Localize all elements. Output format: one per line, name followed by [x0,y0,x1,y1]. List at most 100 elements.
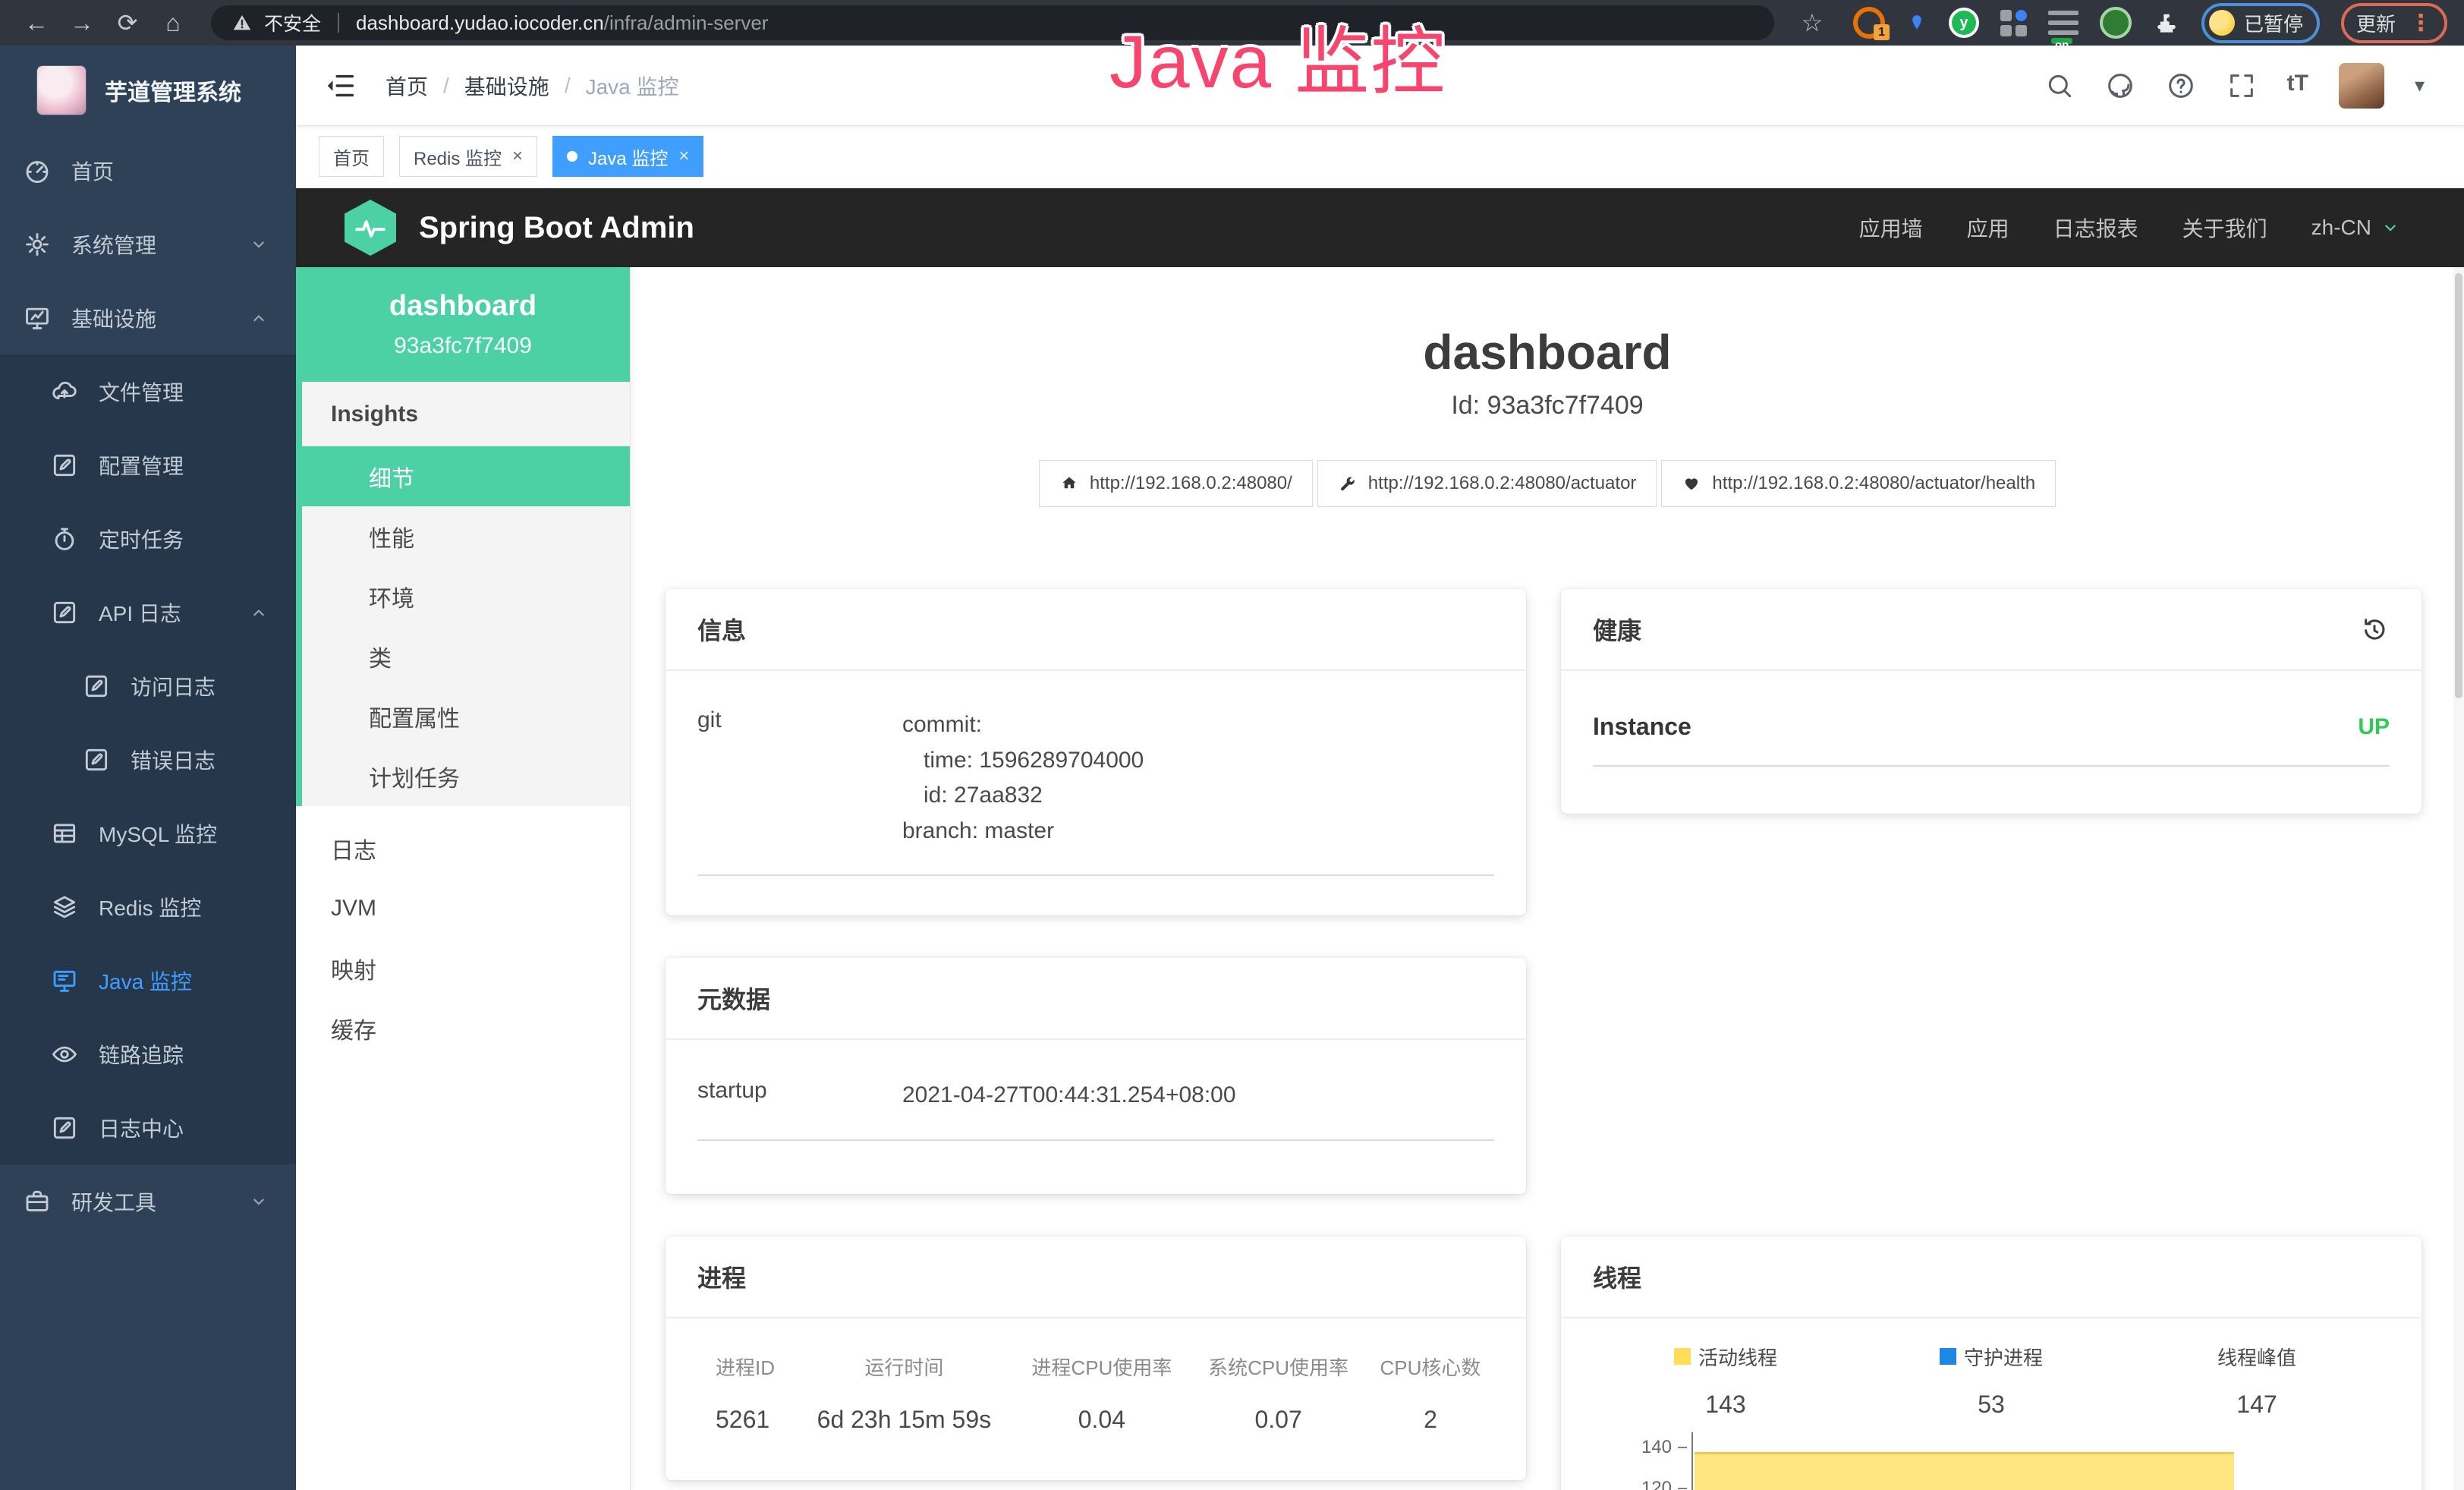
sidebar-item[interactable]: Redis 监控 [0,870,296,943]
leaf-ring-extension-icon[interactable] [2100,7,2132,39]
process-value: 2 [1367,1405,1494,1435]
insights-section-title: Insights [302,382,630,446]
github-icon[interactable] [2105,71,2135,101]
main-panel: dashboard Id: 93a3fc7f7409 http://192.16… [631,267,2464,1490]
legend-value: 53 [1858,1391,2124,1419]
instance-sidebar: dashboard 93a3fc7f7409 Insights 细节性能环境类配… [296,267,631,1490]
threads-card-title: 线程 [1593,1259,1641,1294]
instance-menu-item[interactable]: 映射 [296,938,630,998]
sidebar-item[interactable]: 首页 [0,134,296,207]
collapse-menu-icon[interactable] [323,68,358,103]
sidebar-item[interactable]: Java 监控 [0,943,296,1017]
sba-nav-item[interactable]: 应用墙 [1859,213,1923,243]
browser-home-icon[interactable]: ⌂ [153,9,193,37]
sidebar-item[interactable]: 配置管理 [0,428,296,502]
health-card-header: 健康 [1561,589,2422,671]
update-chip[interactable]: 更新 ⋮ [2341,3,2447,43]
breadcrumb-item[interactable]: 首页 [385,71,428,101]
chevron-down-icon [247,1190,270,1213]
process-column-header: 进程ID [697,1352,795,1405]
tag-label: 首页 [333,143,370,170]
puzzle-extension-icon[interactable] [2153,9,2180,36]
chevron-up-icon [247,307,270,329]
brand: 芋道管理系统 [0,46,296,134]
sidebar-item[interactable]: 链路追踪 [0,1017,296,1091]
sidebar-item[interactable]: 系统管理 [0,207,296,281]
breadcrumb-item[interactable]: 基础设施 [464,71,549,101]
paused-chip[interactable]: 已暂停 [2201,3,2320,43]
grid-dots-extension-icon[interactable] [2000,10,2027,36]
help-icon[interactable] [2166,71,2196,101]
insights-item[interactable]: 环境 [302,566,630,626]
edit-square-icon [50,1114,79,1142]
address-bar[interactable]: 不安全 dashboard.yudao.iocoder.cn /infra/ad… [211,5,1774,40]
update-label: 更新 [2356,9,2396,37]
legend-item: 活动线程 [1593,1343,1858,1371]
sidebar-item[interactable]: MySQL 监控 [0,796,296,870]
insights-item[interactable]: 性能 [302,506,630,566]
insights-item[interactable]: 细节 [296,446,630,506]
bookmark-star-icon[interactable]: ☆ [1792,8,1832,37]
url-path: /infra/admin-server [604,11,769,35]
browser-forward-icon[interactable]: → [62,9,102,37]
tag-close-icon[interactable]: × [678,146,689,167]
sba-locale[interactable]: zh-CN [2311,216,2402,240]
screen: ← → ⟳ ⌂ 不安全 dashboard.yudao.iocoder.cn /… [0,0,2464,1490]
browser-reload-icon[interactable]: ⟳ [108,8,147,37]
info-card-header: 信息 [666,589,1526,671]
sidebar-item[interactable]: 文件管理 [0,354,296,428]
tag-close-icon[interactable]: × [512,146,523,167]
sidebar-item[interactable]: 基础设施 [0,281,296,354]
instance-menu-item[interactable]: JVM [296,878,630,938]
sidebar-item[interactable]: 访问日志 [0,649,296,723]
tag-item[interactable]: 首页 [319,136,384,177]
process-card-title: 进程 [697,1259,746,1294]
sidebar-item[interactable]: API 日志 [0,575,296,649]
instance-menu-item[interactable]: 缓存 [296,998,630,1058]
sidebar-item[interactable]: 日志中心 [0,1091,296,1164]
user-menu-caret-icon[interactable]: ▾ [2415,74,2425,97]
sidebar-item-label: Java 监控 [99,966,192,996]
tag-active[interactable]: Java 监控× [552,136,703,177]
main-scrollbar[interactable] [2453,267,2464,1490]
insights-item[interactable]: 计划任务 [302,746,630,806]
history-icon[interactable] [2359,614,2390,644]
endpoint-link-button[interactable]: http://192.168.0.2:48080/ [1039,460,1313,507]
endpoint-link-button[interactable]: http://192.168.0.2:48080/actuator [1317,460,1657,507]
list-rows-extension-icon[interactable]: on [2048,11,2079,35]
browser-menu-icon[interactable]: ⋮ [2409,10,2432,36]
endpoint-link-button[interactable]: http://192.168.0.2:48080/actuator/health [1661,460,2056,507]
sba-nav-item[interactable]: 关于我们 [2182,213,2267,243]
font-size-icon[interactable]: tT [2287,71,2308,101]
legend-label: 活动线程 [1698,1343,1777,1371]
browser-back-icon[interactable]: ← [17,9,56,37]
y-circle-extension-icon[interactable]: y [1949,8,1979,38]
search-icon[interactable] [2044,71,2075,101]
emoji-face-icon [2209,10,2235,36]
insights-item[interactable]: 配置属性 [302,686,630,746]
instance-name: dashboard [296,290,630,323]
threads-card-header: 线程 [1561,1236,2422,1318]
instance-menu-item[interactable]: 日志 [296,818,630,878]
sidebar-item-label: 访问日志 [131,671,216,701]
sidebar-item[interactable]: 定时任务 [0,502,296,575]
tag-item[interactable]: Redis 监控× [399,136,537,177]
legend-value: 147 [2124,1391,2390,1419]
y-axis-tick-label: 120 [1593,1478,1672,1490]
extension-icons: 1 y on [1853,7,2180,39]
page-title: dashboard [631,324,2464,380]
sidebar-item-label: 基础设施 [71,303,156,333]
info-card: 信息 git commit:time: 1596289704000id: 27a… [666,589,1526,915]
sba-nav-item[interactable]: 应用 [1967,213,2009,243]
c-ring-extension-icon[interactable]: 1 [1853,7,1885,39]
sidebar-item[interactable]: 研发工具 [0,1164,296,1238]
user-avatar[interactable] [2339,63,2384,109]
fullscreen-icon[interactable] [2226,71,2257,101]
info-line: id: 27aa832 [902,778,1144,814]
sidebar-item[interactable]: 错误日志 [0,723,296,796]
insights-item[interactable]: 类 [302,626,630,686]
process-card: 进程 进程ID运行时间进程CPU使用率系统CPU使用率CPU核心数 52616d… [666,1236,1526,1480]
pin-extension-icon[interactable] [1906,9,1927,36]
sba-nav-item[interactable]: 日志报表 [2053,213,2138,243]
main-scrollbar-thumb[interactable] [2455,273,2462,698]
